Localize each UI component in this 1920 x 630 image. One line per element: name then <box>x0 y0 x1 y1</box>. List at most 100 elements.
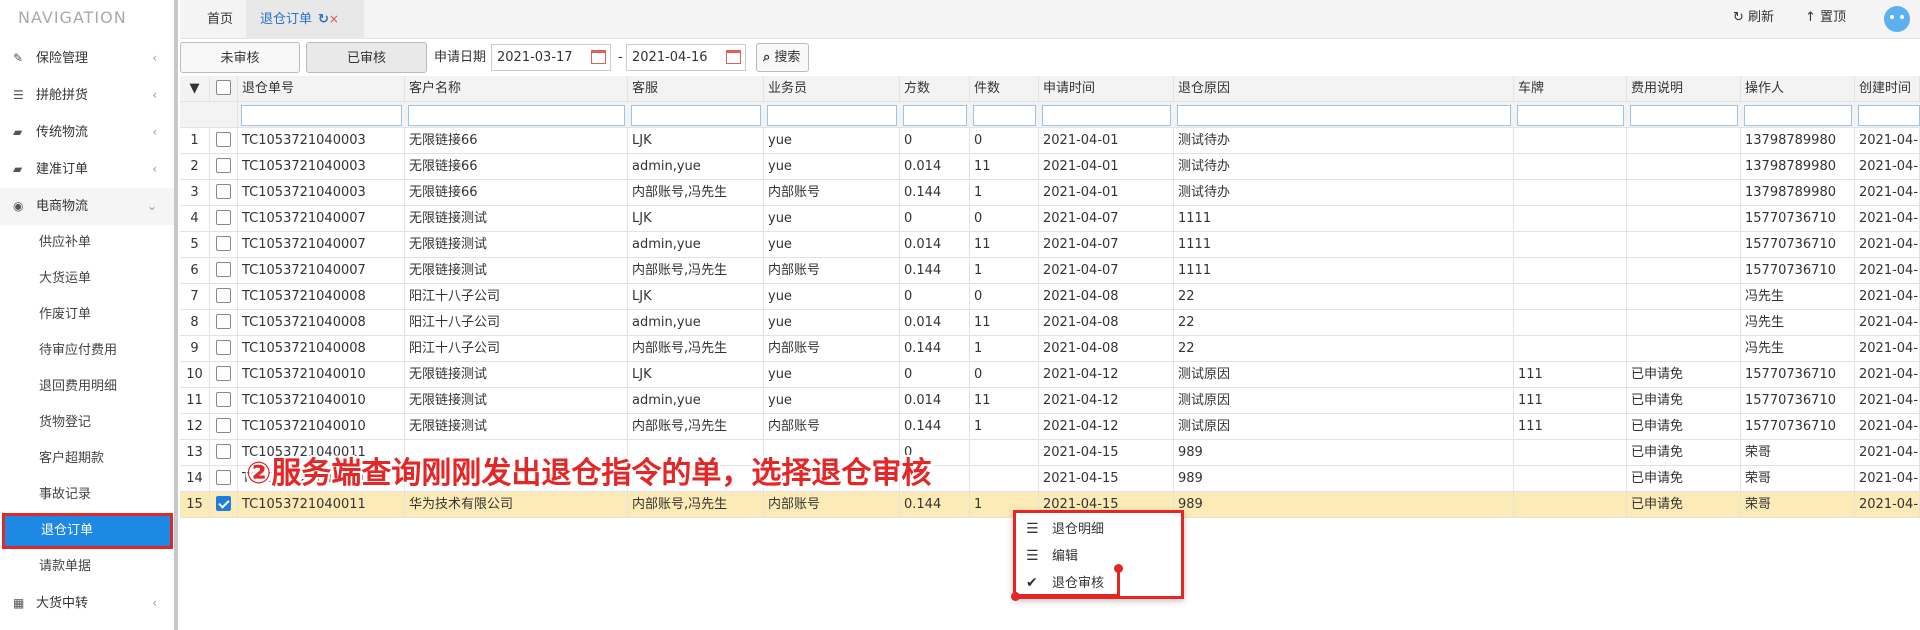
sidebar-item-insurance[interactable]: ✎ 保险管理 ‹ <box>0 40 175 77</box>
row-checkbox[interactable] <box>210 154 238 180</box>
filter-input[interactable] <box>767 105 897 126</box>
column-header[interactable]: 车牌 <box>1514 76 1627 102</box>
row-checkbox[interactable] <box>210 492 238 518</box>
refresh-button[interactable]: ↻ 刷新 <box>1733 0 1774 36</box>
refresh-icon[interactable]: ↻ <box>318 12 329 27</box>
calendar-icon[interactable] <box>726 50 741 64</box>
table-cell: 2021-04-08 <box>1039 336 1174 362</box>
tab-unreviewed[interactable]: 未审核 <box>180 42 300 73</box>
table-row[interactable]: 7 TC1053721040008 阳江十八子公司 LJK yue 0 0 2021-04-0… <box>180 284 1920 310</box>
menu-item-return-detail[interactable]: ☰ 退仓明细 <box>1016 516 1181 543</box>
table-cell: 0.144 <box>900 180 970 206</box>
table-cell: 2021-04- <box>1855 440 1920 466</box>
sidebar-item-orders[interactable]: ▰ 建准订单 ‹ <box>0 151 175 188</box>
row-checkbox[interactable] <box>210 414 238 440</box>
sidebar-item-bulk-transfer[interactable]: ▦ 大货中转 ‹ <box>0 585 175 622</box>
filter-input[interactable] <box>1744 105 1852 126</box>
table-cell: 1111 <box>1174 206 1514 232</box>
column-header[interactable]: 业务员 <box>764 76 900 102</box>
column-header[interactable]: 申请时间 <box>1039 76 1174 102</box>
table-row[interactable]: 2 TC1053721040003 无限链接66 admin,yue yue 0.014 1… <box>180 154 1920 180</box>
column-header[interactable]: 件数 <box>970 76 1039 102</box>
table-cell: 0 <box>900 284 970 310</box>
table-cell: 0.014 <box>900 310 970 336</box>
sidebar-subitem[interactable]: 大货运单 <box>0 261 175 297</box>
filter-input[interactable] <box>408 105 625 126</box>
filter-input[interactable] <box>1517 105 1624 126</box>
sidebar-subitem[interactable]: 供应补单 <box>0 225 175 261</box>
sidebar-item-consolidation[interactable]: ☰ 拼舱拼货 ‹ <box>0 77 175 114</box>
row-checkbox[interactable] <box>210 362 238 388</box>
select-all-checkbox[interactable] <box>210 76 238 102</box>
sidebar-item-logistics[interactable]: ▰ 传统物流 ‹ <box>0 114 175 151</box>
table-row[interactable]: 4 TC1053721040007 无限链接测试 LJK yue 0 0 2021-04-07… <box>180 206 1920 232</box>
row-checkbox[interactable] <box>210 440 238 466</box>
search-button[interactable]: ⌕ 搜索 <box>756 43 810 72</box>
column-header[interactable]: 客服 <box>628 76 764 102</box>
row-checkbox[interactable] <box>210 336 238 362</box>
column-header[interactable]: 操作人 <box>1741 76 1855 102</box>
close-icon[interactable]: × <box>329 12 339 26</box>
sidebar-subitem[interactable]: 退回费用明细 <box>0 369 175 405</box>
row-checkbox[interactable] <box>210 388 238 414</box>
table-row[interactable]: 8 TC1053721040008 阳江十八子公司 admin,yue yue 0.014… <box>180 310 1920 336</box>
row-checkbox[interactable] <box>210 206 238 232</box>
sidebar-subitem[interactable]: 作废订单 <box>0 297 175 333</box>
table-row[interactable]: 5 TC1053721040007 无限链接测试 admin,yue yue 0.014 1… <box>180 232 1920 258</box>
menu-item-edit[interactable]: ☰ 编辑 <box>1016 543 1181 570</box>
sidebar-subitem[interactable]: 客户超期款 <box>0 441 175 477</box>
filter-icon[interactable]: ▼ <box>180 76 210 102</box>
table-cell <box>1514 492 1627 518</box>
sidebar-item-label: 建准订单 <box>36 162 89 177</box>
column-header[interactable]: 费用说明 <box>1627 76 1741 102</box>
table-row[interactable]: 12 TC1053721040010 无限链接测试 内部账号,冯先生 内部账号 0.144… <box>180 414 1920 440</box>
row-checkbox[interactable] <box>210 232 238 258</box>
tab-reviewed[interactable]: 已审核 <box>306 42 427 73</box>
column-header[interactable]: 创建时间 <box>1855 76 1920 102</box>
tab-current[interactable]: 退仓订单 ↻× <box>246 0 364 39</box>
date-to-input[interactable]: 2021-04-16 <box>626 44 746 71</box>
table-cell: 0.144 <box>900 258 970 284</box>
filter-input[interactable] <box>1042 105 1171 126</box>
column-header[interactable]: 退仓原因 <box>1174 76 1514 102</box>
table-row[interactable]: 11 TC1053721040010 无限链接测试 admin,yue yue 0.014… <box>180 388 1920 414</box>
column-header[interactable]: 方数 <box>900 76 970 102</box>
row-checkbox[interactable] <box>210 180 238 206</box>
table-row[interactable]: 9 TC1053721040008 阳江十八子公司 内部账号,冯先生 内部账号 0.144… <box>180 336 1920 362</box>
sidebar-scrollbar[interactable] <box>174 0 178 630</box>
table-cell: 2021-04-07 <box>1039 258 1174 284</box>
row-checkbox[interactable] <box>210 466 238 492</box>
filter-input[interactable] <box>903 105 967 126</box>
menu-item-return-review[interactable]: ✔ 退仓审核 <box>1016 570 1181 597</box>
row-checkbox[interactable] <box>210 258 238 284</box>
date-from-input[interactable]: 2021-03-17 <box>491 44 611 71</box>
table-row[interactable]: 10 TC1053721040010 无限链接测试 LJK yue 0 0 2021-04-1… <box>180 362 1920 388</box>
row-checkbox[interactable] <box>210 284 238 310</box>
sidebar-item-ecommerce[interactable]: ◉ 电商物流 ⌄ <box>0 188 175 225</box>
calendar-icon[interactable] <box>591 50 606 64</box>
column-header[interactable]: 客户名称 <box>405 76 628 102</box>
table-row[interactable]: 3 TC1053721040003 无限链接66 内部账号,冯先生 内部账号 0.144 1… <box>180 180 1920 206</box>
sidebar-subitem-active[interactable]: 退仓订单 <box>2 513 173 549</box>
filter-input[interactable] <box>1177 105 1511 126</box>
sidebar-subitem[interactable]: 待审应付费用 <box>0 333 175 369</box>
top-button[interactable]: ↑ 置顶 <box>1805 0 1846 36</box>
table-row[interactable]: 1 TC1053721040003 无限链接66 LJK yue 0 0 2021-04-01… <box>180 128 1920 154</box>
filter-input[interactable] <box>631 105 761 126</box>
sidebar-subitem[interactable]: 货物登记 <box>0 405 175 441</box>
sidebar-subitem[interactable]: 请款单据 <box>0 549 175 585</box>
filter-input[interactable] <box>1630 105 1738 126</box>
column-header[interactable]: 退仓单号 <box>238 76 405 102</box>
table-cell: 11 <box>180 388 210 414</box>
table-cell: 2021-04- <box>1855 232 1920 258</box>
row-checkbox[interactable] <box>210 128 238 154</box>
table-cell: 3 <box>180 180 210 206</box>
row-checkbox[interactable] <box>210 310 238 336</box>
tab-home[interactable]: 首页 <box>192 0 248 39</box>
sidebar-subitem[interactable]: 事故记录 <box>0 477 175 513</box>
filter-input[interactable] <box>973 105 1036 126</box>
filter-input[interactable] <box>241 105 402 126</box>
table-row[interactable]: 6 TC1053721040007 无限链接测试 内部账号,冯先生 内部账号 0.144 1… <box>180 258 1920 284</box>
filter-input[interactable] <box>1858 105 1920 126</box>
avatar[interactable] <box>1884 6 1910 32</box>
